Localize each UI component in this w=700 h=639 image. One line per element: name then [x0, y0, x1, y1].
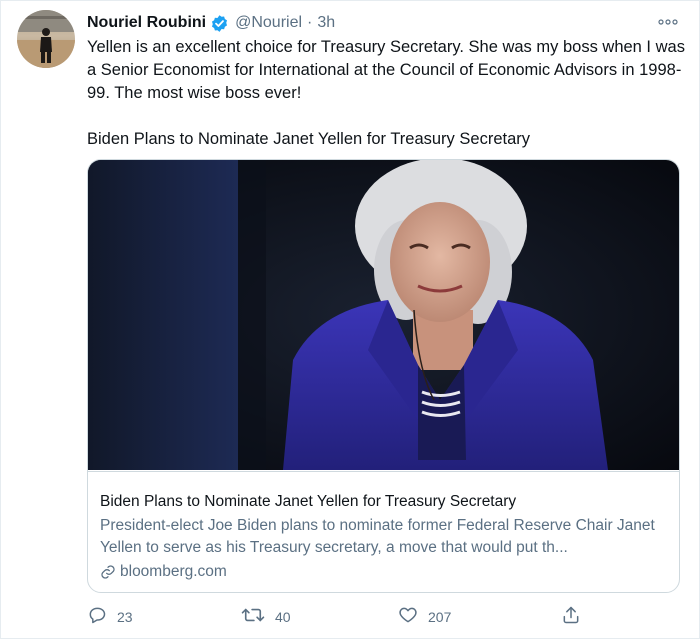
separator-dot: ·: [307, 14, 313, 31]
share-icon: [561, 605, 581, 628]
like-count: 207: [428, 608, 452, 625]
verified-badge-icon: [210, 14, 229, 33]
more-icon[interactable]: [657, 13, 679, 31]
card-domain: bloomberg.com: [100, 561, 667, 583]
card-domain-text: bloomberg.com: [120, 563, 227, 580]
card-description: President-elect Joe Biden plans to nomin…: [100, 517, 655, 556]
author-handle[interactable]: @Nouriel: [235, 14, 302, 32]
card-image[interactable]: [88, 160, 679, 470]
like-button[interactable]: 207: [398, 605, 451, 628]
tweet-header: Nouriel Roubini @Nouriel · 3h: [87, 12, 335, 34]
card-info[interactable]: Biden Plans to Nominate Janet Yellen for…: [88, 471, 679, 583]
timestamp[interactable]: 3h: [317, 14, 335, 32]
reply-button[interactable]: 23: [87, 605, 133, 628]
tweet-link-title: Biden Plans to Nominate Janet Yellen for…: [87, 130, 530, 148]
link-icon: [100, 564, 116, 580]
tweet-actions: 23 40 207: [87, 605, 607, 631]
retweet-count: 40: [275, 608, 291, 625]
card-title[interactable]: Biden Plans to Nominate Janet Yellen for…: [100, 491, 667, 512]
retweet-button[interactable]: 40: [241, 605, 291, 628]
reply-count: 23: [117, 608, 133, 625]
tweet[interactable]: Nouriel Roubini @Nouriel · 3h Yellen is …: [0, 0, 700, 639]
reply-icon: [87, 605, 107, 628]
share-button[interactable]: [561, 605, 581, 628]
tweet-body: Yellen is an excellent choice for Treasu…: [87, 38, 685, 102]
retweet-icon: [241, 605, 265, 628]
tweet-text: Yellen is an excellent choice for Treasu…: [87, 36, 687, 151]
author-name[interactable]: Nouriel Roubini: [87, 14, 206, 32]
heart-icon: [398, 605, 418, 628]
link-preview-card[interactable]: Biden Plans to Nominate Janet Yellen for…: [87, 159, 680, 593]
avatar[interactable]: [17, 10, 75, 68]
